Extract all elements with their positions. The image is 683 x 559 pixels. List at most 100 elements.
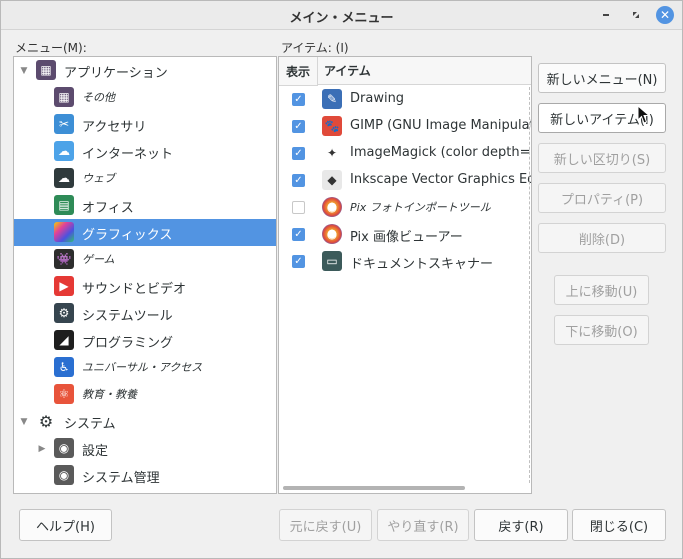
- tree-item-label: グラフィックス: [82, 228, 173, 243]
- pix-icon: ◎: [322, 224, 342, 244]
- item-label: GIMP (GNU Image Manipulat: [350, 118, 532, 133]
- cloud-outline-icon: ☁: [54, 168, 74, 188]
- tree-item-label: システム: [64, 417, 116, 432]
- tree-item-label: インターネット: [82, 147, 174, 162]
- toggle-gray-icon: ◉: [54, 465, 74, 485]
- office-icon: ▤: [54, 195, 74, 215]
- tree-item-7[interactable]: 👾 ゲーム: [14, 246, 276, 273]
- grid-icon: ▦: [54, 87, 74, 107]
- show-checkbox[interactable]: ✓: [292, 147, 305, 160]
- item-label: Pix 画像ビューアー: [350, 230, 463, 245]
- tree-item-label: システム管理: [82, 471, 160, 486]
- move-up-button[interactable]: 上に移動(U): [554, 275, 649, 305]
- delete-button[interactable]: 削除(D): [538, 223, 666, 253]
- tree-item-label: ユニバーサル・アクセス: [82, 361, 203, 374]
- item-label: Pix フォトインポートツール: [350, 201, 491, 214]
- move-down-button[interactable]: 下に移動(O): [554, 315, 649, 345]
- tree-item-label: プログラミング: [82, 336, 174, 351]
- tree-item-8[interactable]: ▶ サウンドとビデオ: [14, 273, 276, 300]
- tree-item-label: 設定: [82, 444, 109, 459]
- tree-item-label: その他: [82, 91, 115, 104]
- expander-expanded-icon[interactable]: ▼: [19, 417, 29, 427]
- expander-expanded-icon[interactable]: ▼: [19, 66, 29, 76]
- menu-tree[interactable]: ▼ ▦ アプリケーション ▦ その他 ✂ アクセサリ ☁ インターネット ☁ ウェブ ▤ オフィス グラフ…: [13, 56, 277, 494]
- tree-item-1[interactable]: ▦ その他: [14, 84, 276, 111]
- item-label: ImageMagick (color depth=q: [350, 145, 532, 160]
- triangle-ruler-icon: ◢: [54, 330, 74, 350]
- apps-grid-icon: ▦: [36, 60, 56, 80]
- expander-collapsed-icon[interactable]: ▶: [37, 444, 47, 454]
- tree-item-4[interactable]: ☁ ウェブ: [14, 165, 276, 192]
- tree-item-12[interactable]: ⚛ 教育・教養: [14, 381, 276, 408]
- column-item-header[interactable]: アイテム: [318, 57, 531, 85]
- drop-indicator: [529, 87, 530, 483]
- horizontal-scrollbar[interactable]: [283, 486, 465, 490]
- show-checkbox[interactable]: ✓: [292, 174, 305, 187]
- new-separator-button[interactable]: 新しい区切り(S): [538, 143, 666, 173]
- tree-item-label: 教育・教養: [82, 388, 137, 401]
- gradient-icon: [54, 222, 74, 242]
- tree-item-11[interactable]: ♿ ユニバーサル・アクセス: [14, 354, 276, 381]
- tree-item-15[interactable]: ◉ システム管理: [14, 462, 276, 489]
- tree-item-2[interactable]: ✂ アクセサリ: [14, 111, 276, 138]
- tree-item-label: ゲーム: [82, 253, 115, 266]
- show-checkbox[interactable]: [292, 201, 305, 214]
- maximize-icon[interactable]: [627, 6, 645, 24]
- toggle-green-icon: ◉: [54, 438, 74, 458]
- item-label: ドキュメントスキャナー: [350, 257, 494, 272]
- column-show-header[interactable]: 表示: [279, 57, 318, 86]
- tree-item-13[interactable]: ▼ ⚙ システム: [14, 408, 276, 435]
- item-row[interactable]: ✓ 🐾 GIMP (GNU Image Manipulat: [279, 113, 531, 140]
- show-checkbox[interactable]: ✓: [292, 228, 305, 241]
- imagemagick-icon: ✦: [322, 143, 342, 163]
- item-row[interactable]: ✓ ▭ ドキュメントスキャナー: [279, 248, 531, 275]
- scissors-icon: ✂: [54, 114, 74, 134]
- show-checkbox[interactable]: ✓: [292, 120, 305, 133]
- properties-button[interactable]: プロパティ(P): [538, 183, 666, 213]
- items-list-label: アイテム: (I): [281, 41, 349, 55]
- tree-item-5[interactable]: ▤ オフィス: [14, 192, 276, 219]
- tree-item-6[interactable]: グラフィックス: [14, 219, 276, 246]
- accessibility-icon: ♿: [54, 357, 74, 377]
- gimp-icon: 🐾: [322, 116, 342, 136]
- minimize-icon[interactable]: [597, 6, 615, 24]
- tree-item-10[interactable]: ◢ プログラミング: [14, 327, 276, 354]
- item-row[interactable]: ◎ Pix フォトインポートツール: [279, 194, 531, 221]
- item-row[interactable]: ✓ ◆ Inkscape Vector Graphics Edi: [279, 167, 531, 194]
- gear-icon: ⚙: [54, 303, 74, 323]
- tree-item-label: アクセサリ: [82, 120, 147, 135]
- show-checkbox[interactable]: ✓: [292, 93, 305, 106]
- main-menu-window: メイン・メニュー ✕ メニュー(M): アイテム: (I) ▼ ▦ アプリケーション…: [0, 0, 683, 559]
- invader-icon: 👾: [54, 249, 74, 269]
- titlebar: メイン・メニュー ✕: [1, 1, 682, 30]
- item-row[interactable]: ✓ ✦ ImageMagick (color depth=q: [279, 140, 531, 167]
- item-row[interactable]: ✓ ✎ Drawing: [279, 86, 531, 113]
- play-icon: ▶: [54, 276, 74, 296]
- item-label: Drawing: [350, 91, 405, 106]
- tree-item-label: ウェブ: [82, 172, 115, 185]
- tree-item-label: アプリケーション: [64, 66, 168, 81]
- tree-item-9[interactable]: ⚙ システムツール: [14, 300, 276, 327]
- mouse-cursor-icon: [637, 105, 651, 124]
- gear-icon: ⚙: [38, 411, 54, 431]
- item-label: Inkscape Vector Graphics Edi: [350, 172, 532, 187]
- tree-item-3[interactable]: ☁ インターネット: [14, 138, 276, 165]
- new-menu-button[interactable]: 新しいメニュー(N): [538, 63, 666, 93]
- tree-item-14[interactable]: ▶ ◉ 設定: [14, 435, 276, 462]
- items-list[interactable]: 表示 アイテム ✓ ✎ Drawing ✓ 🐾 GIMP (GNU Image Manip…: [278, 56, 532, 494]
- tree-item-label: オフィス: [82, 201, 134, 216]
- revert-button[interactable]: 戻す(R): [474, 509, 568, 541]
- close-button[interactable]: 閉じる(C): [572, 509, 666, 541]
- show-checkbox[interactable]: ✓: [292, 255, 305, 268]
- tree-item-0[interactable]: ▼ ▦ アプリケーション: [14, 57, 276, 84]
- close-icon[interactable]: ✕: [656, 6, 674, 24]
- pix-icon: ◎: [322, 197, 342, 217]
- atom-icon: ⚛: [54, 384, 74, 404]
- undo-button[interactable]: 元に戻す(U): [279, 509, 372, 541]
- drawing-icon: ✎: [322, 89, 342, 109]
- window-title: メイン・メニュー: [289, 11, 394, 26]
- item-row[interactable]: ✓ ◎ Pix 画像ビューアー: [279, 221, 531, 248]
- help-button[interactable]: ヘルプ(H): [19, 509, 112, 541]
- inkscape-icon: ◆: [322, 170, 342, 190]
- redo-button[interactable]: やり直す(R): [377, 509, 469, 541]
